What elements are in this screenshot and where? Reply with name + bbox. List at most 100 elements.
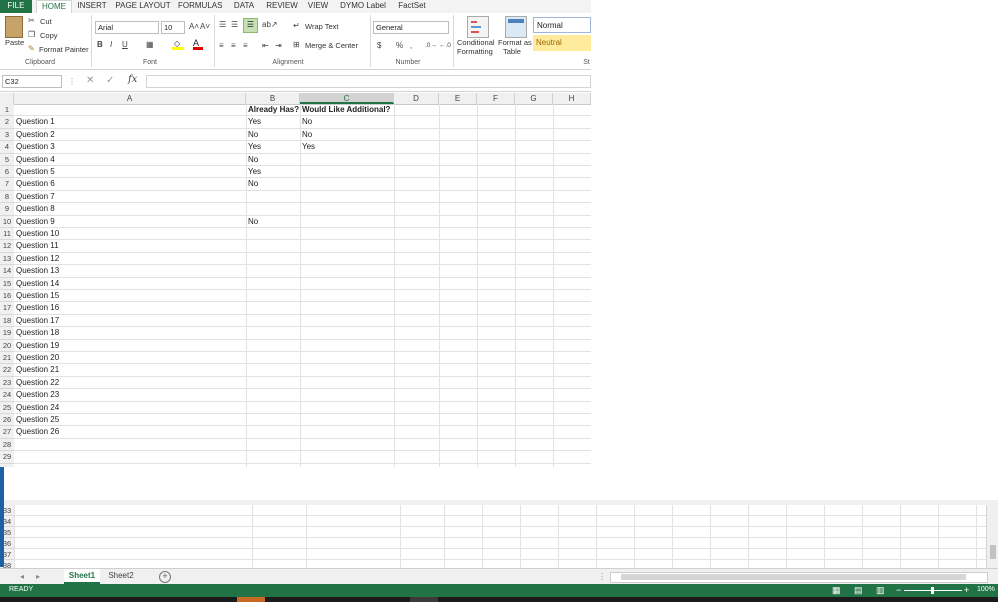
cell-a13[interactable]: Question 12 <box>14 253 246 265</box>
cell-c7[interactable] <box>300 178 394 190</box>
cell-c26[interactable] <box>300 414 394 426</box>
underline-button[interactable]: U <box>122 40 128 50</box>
font-name-select[interactable]: Arial <box>95 21 159 34</box>
cell-c16[interactable] <box>300 290 394 302</box>
cell-c24[interactable] <box>300 389 394 401</box>
wrap-text-button[interactable]: Wrap Text <box>305 22 339 31</box>
cell-a2[interactable]: Question 1 <box>14 116 246 128</box>
comma-button[interactable]: , <box>410 41 412 51</box>
row-header[interactable]: 2 <box>0 116 14 129</box>
conditional-formatting-label-1[interactable]: Conditional <box>457 38 495 47</box>
taskbar-app[interactable] <box>237 597 265 602</box>
tab-dymo-label[interactable]: DYMO Label <box>339 0 387 13</box>
cell-a17[interactable]: Question 16 <box>14 302 246 314</box>
format-painter-button[interactable]: Format Painter <box>39 45 89 54</box>
align-top-icon[interactable]: ☰ <box>219 20 226 30</box>
cell-style-neutral[interactable]: Neutral <box>533 35 591 51</box>
row-header[interactable]: 26 <box>0 414 14 427</box>
cell-a11[interactable]: Question 10 <box>14 228 246 240</box>
increase-font-icon[interactable]: A˄ <box>189 22 199 32</box>
tab-home[interactable]: HOME <box>36 0 72 14</box>
cell-b29[interactable] <box>246 451 300 463</box>
cell-c6[interactable] <box>300 166 394 178</box>
name-box[interactable]: C32 <box>2 75 62 88</box>
cell-b3[interactable]: No <box>246 129 300 141</box>
cell-b12[interactable] <box>246 240 300 252</box>
tab-insert[interactable]: INSERT <box>76 0 108 13</box>
cell-a4[interactable]: Question 3 <box>14 141 246 153</box>
cell-a5[interactable]: Question 4 <box>14 154 246 166</box>
tab-formulas[interactable]: FORMULAS <box>178 0 222 13</box>
align-left-icon[interactable]: ≡ <box>219 41 224 51</box>
increase-decimal-icon[interactable]: .0→ <box>425 41 437 51</box>
row-header[interactable]: 17 <box>0 302 14 315</box>
cell-a28[interactable] <box>14 439 246 451</box>
cell-a20[interactable]: Question 19 <box>14 340 246 352</box>
row-header[interactable]: 1 <box>0 104 14 117</box>
zoom-out-icon[interactable]: − <box>896 585 901 595</box>
cell-c20[interactable] <box>300 340 394 352</box>
cell-c18[interactable] <box>300 315 394 327</box>
cell-c8[interactable] <box>300 191 394 203</box>
row-header[interactable]: 8 <box>0 190 14 204</box>
merge-center-button[interactable]: Merge & Center <box>305 41 358 50</box>
row-header[interactable]: 28 <box>0 438 14 452</box>
cell-c5[interactable] <box>300 154 394 166</box>
cell-a18[interactable]: Question 17 <box>14 315 246 327</box>
cell-b24[interactable] <box>246 389 300 401</box>
cell-b9[interactable] <box>246 203 300 215</box>
cell-a15[interactable]: Question 14 <box>14 278 246 290</box>
cell-a12[interactable]: Question 11 <box>14 240 246 252</box>
cell-b30[interactable] <box>246 464 300 467</box>
cell-b26[interactable] <box>246 414 300 426</box>
column-header-b[interactable]: B <box>246 93 300 104</box>
page-break-view-icon[interactable]: ▥ <box>876 585 885 596</box>
cell-b28[interactable] <box>246 439 300 451</box>
cell-c23[interactable] <box>300 377 394 389</box>
row-header[interactable]: 5 <box>0 153 14 166</box>
format-as-table-label-2[interactable]: Table <box>503 47 521 56</box>
cell-c4[interactable]: Yes <box>300 141 394 153</box>
cell-c15[interactable] <box>300 278 394 290</box>
cell-c17[interactable] <box>300 302 394 314</box>
italic-button[interactable]: I <box>110 40 112 50</box>
cell-c22[interactable] <box>300 364 394 376</box>
conditional-formatting-icon[interactable] <box>467 16 489 38</box>
align-center-icon[interactable]: ≡ <box>231 41 236 51</box>
borders-icon[interactable]: ▦ <box>146 40 154 50</box>
number-format-select[interactable]: General <box>373 21 449 34</box>
decrease-indent-icon[interactable]: ⇤ <box>262 41 269 51</box>
enter-icon[interactable]: ✓ <box>106 76 114 86</box>
paste-icon[interactable] <box>5 16 23 38</box>
cell-c14[interactable] <box>300 265 394 277</box>
decrease-font-icon[interactable]: A˅ <box>200 22 210 32</box>
font-size-select[interactable]: 10 <box>161 21 185 34</box>
conditional-formatting-label-2[interactable]: Formatting <box>457 47 493 56</box>
cell-b11[interactable] <box>246 228 300 240</box>
row-header[interactable]: 23 <box>0 376 14 390</box>
cell-b19[interactable] <box>246 327 300 339</box>
row-header[interactable]: 10 <box>0 215 14 228</box>
paste-button[interactable]: Paste <box>5 38 24 47</box>
zoom-level[interactable]: 100% <box>977 586 995 593</box>
sheet-tab-sheet1[interactable]: Sheet1 <box>64 569 100 584</box>
page-layout-view-icon[interactable]: ▤ <box>854 585 863 596</box>
font-color-icon[interactable]: A <box>193 38 203 50</box>
cell-b17[interactable] <box>246 302 300 314</box>
orientation-icon[interactable]: ab↗ <box>262 20 278 30</box>
cell-c25[interactable] <box>300 402 394 414</box>
split-bar[interactable] <box>0 500 998 505</box>
prev-sheet-icon[interactable]: ◂ <box>20 572 24 582</box>
align-bottom-icon[interactable]: ☰ <box>243 18 258 33</box>
cell-c11[interactable] <box>300 228 394 240</box>
cell-c30[interactable] <box>300 464 394 467</box>
cell-a10[interactable]: Question 9 <box>14 216 246 228</box>
row-header[interactable]: 20 <box>0 339 14 352</box>
vertical-scroll-thumb[interactable] <box>990 545 996 559</box>
cell-c21[interactable] <box>300 352 394 364</box>
cell-c13[interactable] <box>300 253 394 265</box>
cell-b20[interactable] <box>246 340 300 352</box>
tab-file[interactable]: FILE <box>0 0 32 13</box>
tab-data[interactable]: DATA <box>230 0 258 13</box>
column-header-d[interactable]: D <box>394 93 439 104</box>
